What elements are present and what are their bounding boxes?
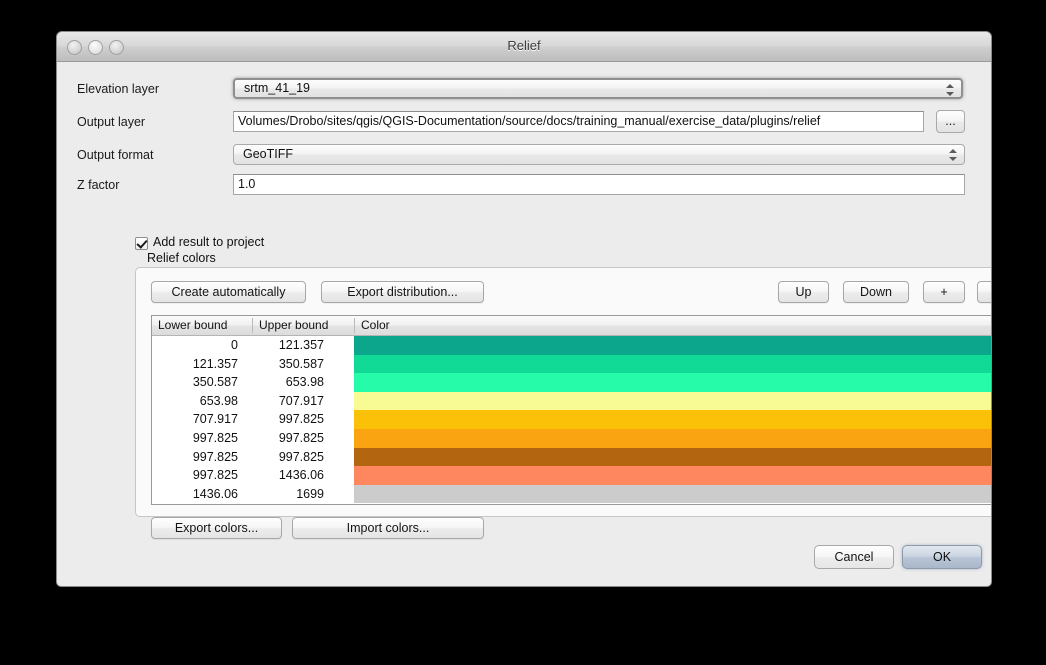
column-header-lower-bound[interactable]: Lower bound [152, 316, 252, 335]
table-row[interactable]: 350.587 653.98 [152, 373, 992, 392]
cell-lower-bound[interactable]: 350.587 [152, 373, 238, 392]
export-distribution-button[interactable]: Export distribution... [321, 281, 484, 303]
checkmark-icon[interactable] [135, 237, 148, 250]
z-factor-value: 1.0 [238, 177, 255, 191]
cell-upper-bound[interactable]: 653.98 [252, 373, 324, 392]
elevation-layer-value: srtm_41_19 [244, 81, 310, 95]
cell-color-swatch[interactable] [354, 410, 992, 429]
table-row[interactable]: 997.825 1436.06 [152, 466, 992, 485]
browse-button[interactable]: ... [936, 110, 965, 133]
add-row-button[interactable]: + [923, 281, 965, 303]
cell-color-swatch[interactable] [354, 466, 992, 485]
table-row[interactable]: 997.825 997.825 [152, 429, 992, 448]
cell-color-swatch[interactable] [354, 355, 992, 374]
cell-lower-bound[interactable]: 0 [152, 336, 238, 355]
ok-button[interactable]: OK [902, 545, 982, 569]
cell-lower-bound[interactable]: 121.357 [152, 355, 238, 374]
cell-lower-bound[interactable]: 707.917 [152, 410, 238, 429]
table-row[interactable]: 1436.06 1699 [152, 485, 992, 504]
cell-upper-bound[interactable]: 1699 [252, 485, 324, 504]
relief-colors-group: Create automatically Export distribution… [135, 267, 992, 517]
relief-dialog: Relief Elevation layer srtm_41_19 Output… [56, 31, 992, 587]
cell-lower-bound[interactable]: 997.825 [152, 466, 238, 485]
remove-row-button[interactable]: – [977, 281, 992, 303]
z-factor-label: Z factor [77, 174, 119, 196]
cell-color-swatch[interactable] [354, 336, 992, 355]
cell-color-swatch[interactable] [354, 448, 992, 467]
window-title: Relief [57, 38, 991, 53]
elevation-layer-combo[interactable]: srtm_41_19 [233, 78, 963, 99]
table-row[interactable]: 0 121.357 [152, 336, 992, 355]
table-row[interactable]: 707.917 997.825 [152, 410, 992, 429]
output-layer-label: Output layer [77, 111, 145, 133]
move-down-button[interactable]: Down [843, 281, 909, 303]
cell-color-swatch[interactable] [354, 373, 992, 392]
cell-color-swatch[interactable] [354, 392, 992, 411]
column-header-color[interactable]: Color [355, 316, 992, 335]
relief-colors-table[interactable]: Lower bound Upper bound Color 0121.35712… [151, 315, 992, 505]
cell-upper-bound[interactable]: 350.587 [252, 355, 324, 374]
title-bar: Relief [57, 32, 991, 62]
table-row[interactable]: 121.357 350.587 [152, 355, 992, 374]
cell-upper-bound[interactable]: 997.825 [252, 410, 324, 429]
cell-lower-bound[interactable]: 997.825 [152, 448, 238, 467]
cell-lower-bound[interactable]: 997.825 [152, 429, 238, 448]
table-row[interactable]: 653.98 707.917 [152, 392, 992, 411]
output-layer-value: Volumes/Drobo/sites/qgis/QGIS-Documentat… [238, 114, 820, 128]
table-header-row: Lower bound Upper bound Color [152, 316, 992, 336]
cell-upper-bound[interactable]: 997.825 [252, 429, 324, 448]
cell-upper-bound[interactable]: 997.825 [252, 448, 324, 467]
cell-color-swatch[interactable] [354, 429, 992, 448]
output-layer-input[interactable]: Volumes/Drobo/sites/qgis/QGIS-Documentat… [233, 111, 924, 132]
relief-colors-title: Relief colors [147, 251, 216, 265]
cell-upper-bound[interactable]: 121.357 [252, 336, 324, 355]
cell-lower-bound[interactable]: 653.98 [152, 392, 238, 411]
cell-lower-bound[interactable]: 1436.06 [152, 485, 238, 504]
output-format-value: GeoTIFF [243, 147, 293, 161]
create-automatically-button[interactable]: Create automatically [151, 281, 306, 303]
chevron-updown-icon [949, 148, 958, 163]
cell-upper-bound[interactable]: 707.917 [252, 392, 324, 411]
output-format-label: Output format [77, 144, 153, 166]
cell-upper-bound[interactable]: 1436.06 [252, 466, 324, 485]
cancel-button[interactable]: Cancel [814, 545, 894, 569]
table-body: 0121.357121.357350.587350.587653.98653.9… [152, 336, 992, 503]
column-header-upper-bound[interactable]: Upper bound [253, 316, 354, 335]
import-colors-button[interactable]: Import colors... [292, 517, 484, 539]
chevron-updown-icon [946, 83, 955, 98]
z-factor-input[interactable]: 1.0 [233, 174, 965, 195]
cell-color-swatch[interactable] [354, 485, 992, 504]
table-row[interactable]: 997.825 997.825 [152, 448, 992, 467]
elevation-layer-label: Elevation layer [77, 78, 159, 100]
move-up-button[interactable]: Up [778, 281, 829, 303]
output-format-combo[interactable]: GeoTIFF [233, 144, 965, 165]
export-colors-button[interactable]: Export colors... [151, 517, 282, 539]
add-result-label: Add result to project [153, 235, 264, 249]
